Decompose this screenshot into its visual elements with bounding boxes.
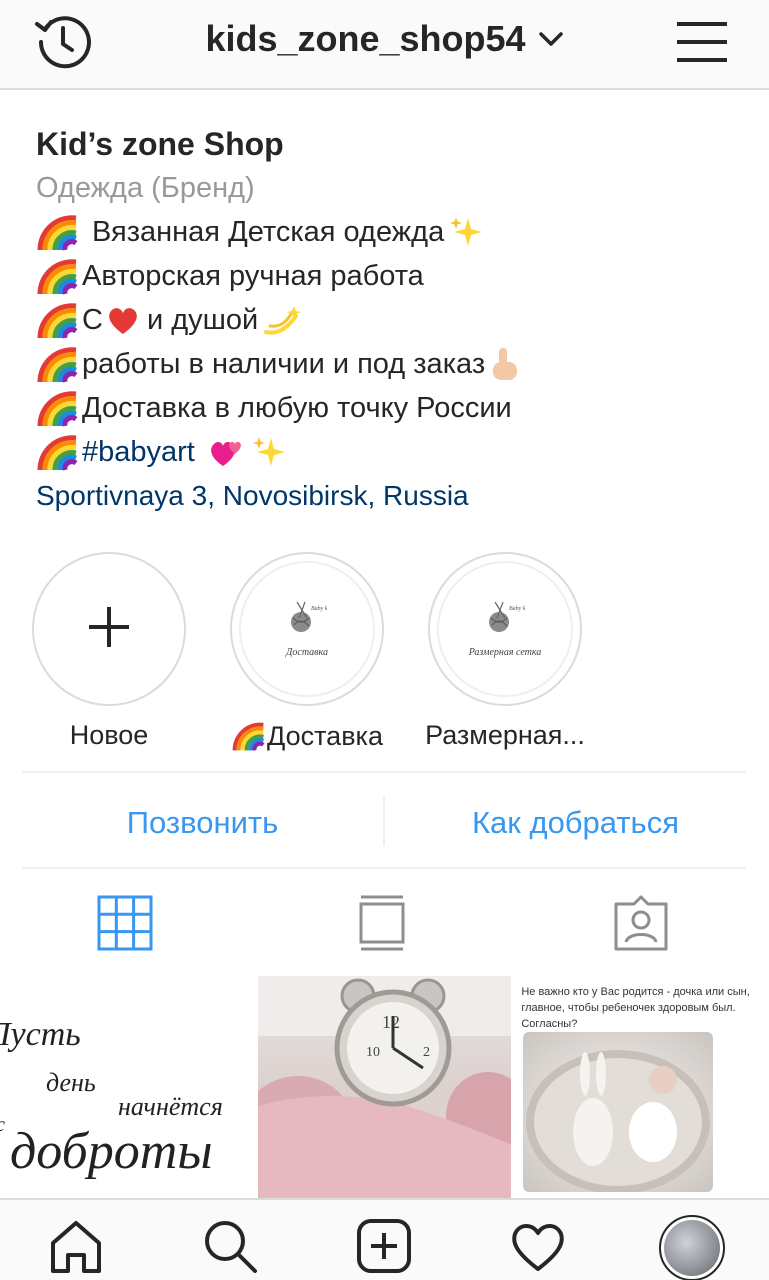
nav-activity[interactable] [502,1212,574,1280]
bio-text: работы в наличии и под заказ [82,348,486,380]
svg-text:10: 10 [366,1045,380,1060]
post-thumbnail[interactable]: 12 10 2 [257,976,512,1198]
highlight-cover: Baby knit Размерная сетка [437,561,573,697]
divider [22,771,746,773]
bottom-nav [0,1198,769,1280]
directions-button[interactable]: Как добраться [385,796,766,850]
add-post-icon [355,1217,413,1280]
post-thumbnail[interactable]: Пусть день начнётся с доброты [0,976,254,1198]
highlight-label: Новое [69,720,149,750]
highlight-label: Размерная... [425,720,585,750]
bio-text: Авторская ручная работа [82,260,424,292]
profile-name: Kid’s zone Shop [36,126,284,162]
rainbow-icon [36,300,80,340]
home-icon [47,1217,105,1280]
post-text: начнётся [118,1092,223,1121]
post-caption: Не важно кто у Вас родится - дочка или с… [521,986,750,1030]
bio-line: Доставка в любую точку России [36,386,736,430]
highlight-cover-text: Размерная сетка [468,647,542,658]
alarm-clock-image: 12 10 2 [257,976,512,1198]
highlight-delivery[interactable]: Baby knit Доставка Доставка [230,552,384,752]
rainbow-icon [231,720,267,752]
nav-add-post[interactable] [348,1212,420,1280]
two-hearts-icon [207,434,243,470]
rainbow-icon [36,256,80,296]
highlight-label-text: Доставка [267,720,383,751]
bio-line: С и душой [36,298,736,342]
rainbow-icon [36,432,80,472]
tagged-icon [612,894,670,957]
address-link[interactable]: Sportivnaya 3, Novosibirsk, Russia [36,474,736,518]
username: kids_zone_shop54 [205,18,526,59]
post-text: день [46,1068,96,1097]
dizzy-icon [262,302,302,338]
rainbow-icon [36,212,80,252]
highlight-cover: Baby knit Доставка [239,561,375,697]
red-heart-icon [105,302,141,338]
baby-image [526,1050,711,1194]
activity-heart-icon [509,1219,567,1278]
posts-grid: Пусть день начнётся с доброты 12 10 2 Не… [0,976,769,1198]
rainbow-icon [36,344,80,384]
hashtag-link[interactable]: #babyart [82,430,195,474]
sparkles-icon [448,214,484,250]
nav-home[interactable] [40,1212,112,1280]
bio-line: Вязанная Детская одежда [36,210,736,254]
divider [22,867,746,869]
index-pointing-up-icon [489,346,525,382]
yarn-ball-icon: Baby knit [485,600,532,639]
avatar-image [664,1220,720,1276]
profile-category: Одежда (Бренд) [36,172,255,204]
bio-line: Авторская ручная работа [36,254,736,298]
post-text: Пусть [0,1016,81,1053]
highlight-label: Доставка [230,720,384,752]
plus-icon [85,603,133,656]
search-icon [201,1217,259,1280]
svg-text:2: 2 [423,1045,430,1060]
bio-text: Доставка в любую точку России [82,392,512,424]
chevron-down-icon [538,30,564,48]
feed-icon [357,894,407,957]
grid-icon [97,895,153,956]
post-text: с [0,1114,5,1137]
profile-avatar [659,1215,725,1280]
highlight-circle[interactable]: Baby knit Доставка [230,552,384,706]
highlight-circle[interactable]: Baby knit Размерная сетка [428,552,582,706]
call-button[interactable]: Позвонить [22,796,383,850]
tab-grid[interactable] [90,890,160,960]
nav-search[interactable] [194,1212,266,1280]
svg-text:Baby knit: Baby knit [311,606,327,612]
bio-text: Вязанная Детская одежда [92,216,445,248]
bio-text: С [82,304,103,336]
highlight-cover-text: Доставка [286,647,328,658]
top-header: kids_zone_shop54 [0,0,769,90]
bio-line: работы в наличии и под заказ [36,342,736,386]
yarn-ball-icon: Baby knit [287,600,334,639]
nav-profile[interactable] [656,1212,728,1280]
post-thumbnail[interactable]: Не важно кто у Вас родится - дочка или с… [515,976,769,1198]
highlight-new[interactable]: Новое [32,552,186,751]
tab-tagged[interactable] [606,890,676,960]
post-text: доброты [10,1123,213,1180]
svg-text:Baby knit: Baby knit [509,606,525,612]
bio-text: и душой [146,304,259,336]
svg-text:12: 12 [382,1012,400,1032]
profile-bio: Kid’s zone Shop Одежда (Бренд) Вязанная … [36,122,736,518]
new-highlight-circle[interactable] [32,552,186,706]
tab-feed[interactable] [347,890,417,960]
bio-line: #babyart [36,430,736,474]
highlight-size-chart[interactable]: Baby knit Размерная сетка Размерная... [425,552,585,751]
account-switcher[interactable]: kids_zone_shop54 [0,14,769,64]
rainbow-icon [36,388,80,428]
sparkles-icon [251,434,287,470]
menu-icon[interactable] [672,12,732,72]
baby-photo [523,1032,714,1194]
